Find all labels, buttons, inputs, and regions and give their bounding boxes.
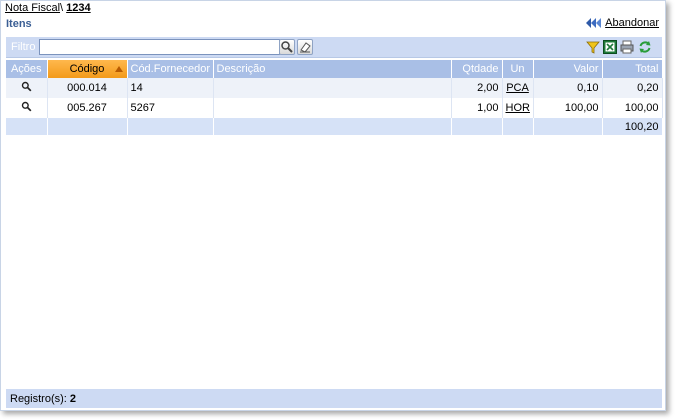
totals-cell-empty [213, 118, 452, 135]
cell-valor: 0,10 [533, 78, 603, 98]
row-actions [6, 98, 48, 118]
column-header-codigo[interactable]: Código [47, 60, 128, 78]
cell-total: 0,20 [602, 78, 663, 98]
column-header-valor[interactable]: Valor [533, 60, 603, 78]
column-header-codigo-label: Código [69, 63, 105, 75]
row-actions [6, 78, 48, 98]
cell-un-link[interactable]: HOR [502, 98, 534, 118]
view-details-icon[interactable] [21, 81, 32, 92]
cell-un-link[interactable]: PCA [502, 78, 534, 98]
window-frame: Nota Fiscal\ 1234 Itens Abandonar Filtro [0, 0, 666, 411]
table-row[interactable]: 005.267 5267 1,00 HOR 100,00 100,00 [6, 98, 663, 118]
refresh-icon[interactable] [638, 40, 652, 54]
column-header-qtdade[interactable]: Qtdade [451, 60, 503, 78]
excel-icon[interactable] [603, 40, 617, 54]
search-icon [281, 41, 293, 53]
column-header-total[interactable]: Total [602, 60, 663, 78]
totals-cell-empty [451, 118, 503, 135]
column-header-un[interactable]: Un [502, 60, 534, 78]
clear-filter-button[interactable] [297, 39, 313, 55]
grand-total: 100,20 [602, 118, 663, 135]
print-icon[interactable] [620, 40, 634, 54]
filter-icon[interactable] [586, 40, 600, 54]
breadcrumb: Nota Fiscal\ 1234 [5, 2, 91, 14]
filter-bar: Filtro [6, 37, 662, 58]
table-header-row: Ações Código Cód.Fornecedor Descrição Qt… [6, 60, 663, 78]
cell-descricao [213, 78, 452, 98]
cell-valor: 100,00 [533, 98, 603, 118]
column-header-descricao[interactable]: Descrição [213, 60, 452, 78]
filter-label: Filtro [11, 41, 36, 53]
record-count-label: Registro(s): [10, 393, 67, 405]
cell-codigo: 005.267 [47, 98, 128, 118]
breadcrumb-current[interactable]: 1234 [66, 2, 90, 14]
cell-cod-fornecedor: 5267 [127, 98, 214, 118]
breadcrumb-parent-link[interactable]: Nota Fiscal [5, 2, 60, 14]
cell-codigo: 000.014 [47, 78, 128, 98]
column-header-cod-fornecedor[interactable]: Cód.Fornecedor [127, 60, 214, 78]
cell-qtdade: 1,00 [451, 98, 503, 118]
record-count: 2 [69, 393, 77, 405]
totals-row: 100,20 [6, 118, 663, 135]
totals-cell-empty [502, 118, 534, 135]
cell-cod-fornecedor: 14 [127, 78, 214, 98]
breadcrumb-separator: \ [60, 2, 64, 14]
totals-cell-empty [6, 118, 48, 135]
back-button-label: Abandonar [605, 17, 659, 29]
clear-icon [300, 42, 311, 53]
table-row[interactable]: 000.014 14 2,00 PCA 0,10 0,20 [6, 78, 663, 98]
column-header-acoes[interactable]: Ações [6, 60, 48, 78]
cell-qtdade: 2,00 [451, 78, 503, 98]
section-title: Itens [6, 18, 32, 30]
filter-input[interactable] [39, 39, 280, 55]
cell-total: 100,00 [602, 98, 663, 118]
totals-cell-empty [127, 118, 214, 135]
view-details-icon[interactable] [21, 101, 32, 112]
search-button[interactable] [279, 39, 295, 55]
cell-descricao [213, 98, 452, 118]
totals-cell-empty [533, 118, 603, 135]
items-table: Ações Código Cód.Fornecedor Descrição Qt… [6, 60, 663, 135]
sort-asc-icon [114, 66, 123, 72]
status-footer: Registro(s): 2 [6, 389, 662, 408]
back-arrows-icon [586, 18, 602, 28]
totals-cell-empty [47, 118, 128, 135]
back-button[interactable]: Abandonar [586, 17, 659, 29]
